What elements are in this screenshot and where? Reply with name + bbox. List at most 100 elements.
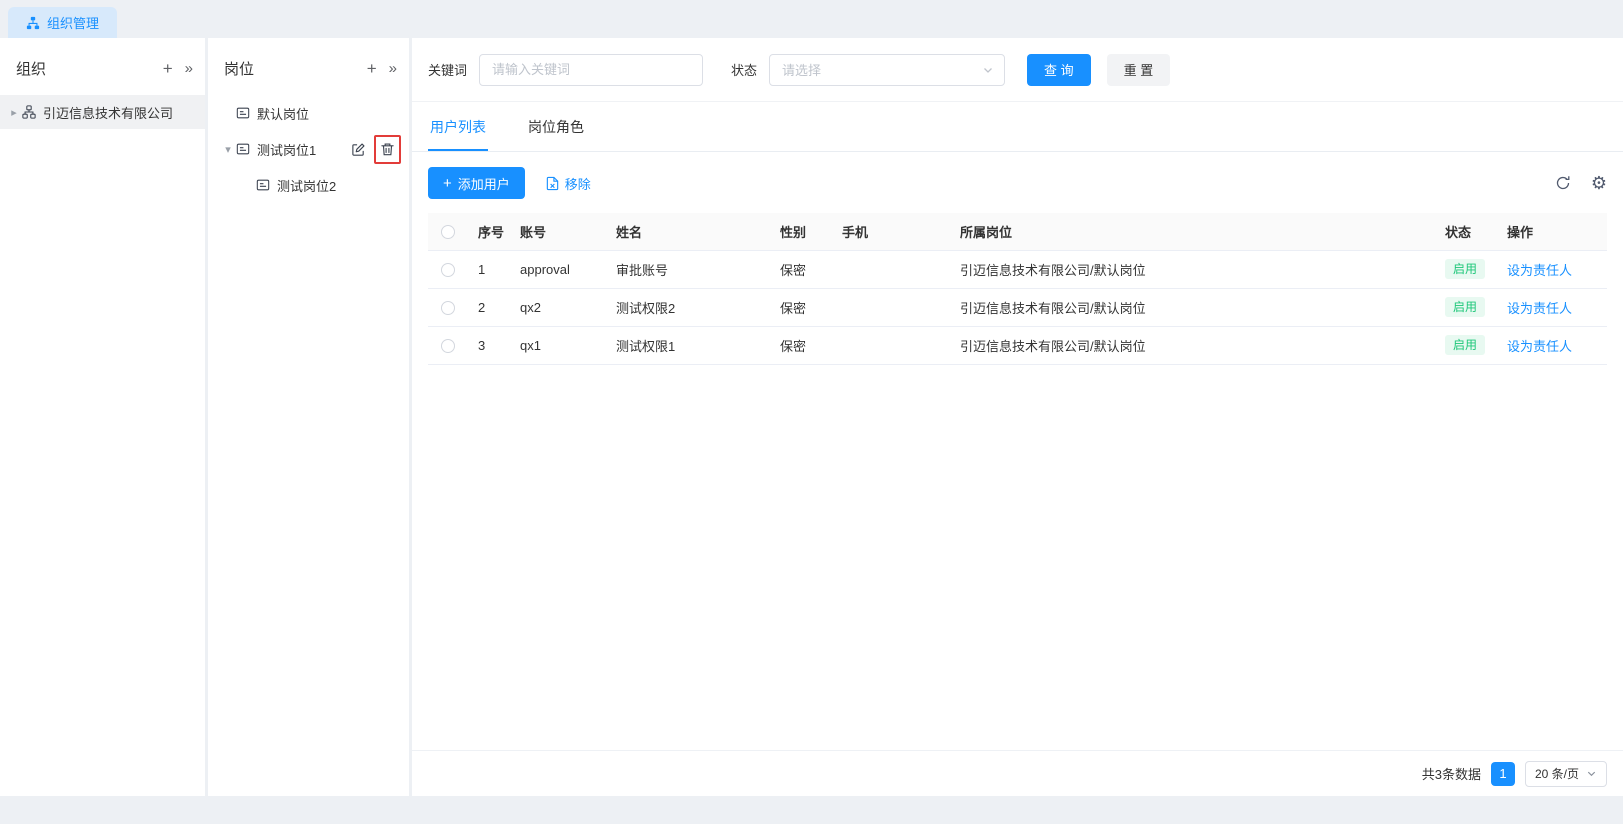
delete-icon[interactable]	[380, 142, 395, 157]
cell-index: 2	[468, 288, 510, 326]
table-row: 2 qx2 测试权限2 保密 引迈信息技术有限公司/默认岗位 启用 设为责任人	[428, 288, 1607, 326]
organization-panel: 组织 + » ▸ 引迈信息技术有限公司	[0, 38, 205, 796]
org-tree-item-company[interactable]: ▸ 引迈信息技术有限公司	[0, 95, 205, 129]
organization-panel-header: 组织 + »	[0, 38, 205, 95]
user-table: 序号 账号 姓名 性别 手机 所属岗位 状态 操作 1 approval 审批账…	[428, 213, 1607, 365]
status-badge: 启用	[1445, 297, 1485, 317]
cell-position: 引迈信息技术有限公司/默认岗位	[950, 326, 1435, 364]
main-panel: 关键词 状态 请选择 查 询 重 置 用户列表 岗位角色 + 添加用户	[412, 38, 1623, 796]
position-item-label: 测试岗位1	[257, 140, 316, 159]
cell-name: 测试权限1	[606, 326, 770, 364]
search-button[interactable]: 查 询	[1027, 54, 1091, 86]
settings-gear-icon[interactable]: ⚙	[1591, 174, 1607, 192]
refresh-icon[interactable]	[1555, 175, 1571, 191]
cell-account: qx2	[510, 288, 606, 326]
cell-index: 1	[468, 250, 510, 288]
position-panel-header: 岗位 + »	[208, 38, 409, 95]
add-position-button[interactable]: +	[367, 60, 377, 77]
status-badge: 启用	[1445, 335, 1485, 355]
header-index: 序号	[468, 213, 510, 250]
cell-phone	[832, 250, 950, 288]
select-all-checkbox[interactable]	[441, 225, 455, 239]
cell-name: 审批账号	[606, 250, 770, 288]
annotation-highlight-box	[374, 135, 401, 164]
row-checkbox[interactable]	[441, 263, 455, 277]
organization-panel-title: 组织	[16, 58, 151, 79]
position-panel: 岗位 + » 默认岗位 ▾ 测试岗位1	[208, 38, 409, 796]
status-select[interactable]: 请选择	[769, 54, 1005, 86]
cell-account: approval	[510, 250, 606, 288]
pagination-bar: 共3条数据 1 20 条/页	[412, 750, 1623, 796]
row-checkbox[interactable]	[441, 301, 455, 315]
table-row: 3 qx1 测试权限1 保密 引迈信息技术有限公司/默认岗位 启用 设为责任人	[428, 326, 1607, 364]
cell-gender: 保密	[770, 326, 832, 364]
header-action: 操作	[1497, 213, 1607, 250]
table-header-row: 序号 账号 姓名 性别 手机 所属岗位 状态 操作	[428, 213, 1607, 250]
cell-gender: 保密	[770, 250, 832, 288]
set-owner-link[interactable]: 设为责任人	[1507, 301, 1572, 316]
cell-account: qx1	[510, 326, 606, 364]
top-tab-bar: 组织管理	[0, 0, 1623, 38]
position-card-icon	[236, 142, 250, 156]
row-checkbox[interactable]	[441, 339, 455, 353]
status-badge: 启用	[1445, 259, 1485, 279]
add-user-label: 添加用户	[458, 174, 510, 193]
chevron-down-icon	[1586, 768, 1597, 779]
position-item-test2[interactable]: 测试岗位2	[208, 167, 409, 203]
tab-user-list[interactable]: 用户列表	[428, 102, 488, 151]
position-item-label: 测试岗位2	[277, 176, 336, 195]
position-item-actions	[351, 142, 401, 157]
header-phone: 手机	[832, 213, 950, 250]
company-icon	[22, 105, 36, 119]
collapse-position-panel-button[interactable]: »	[389, 61, 397, 76]
remove-label: 移除	[565, 174, 591, 193]
cell-name: 测试权限2	[606, 288, 770, 326]
tab-position-role[interactable]: 岗位角色	[526, 102, 586, 151]
cell-index: 3	[468, 326, 510, 364]
tab-org-management[interactable]: 组织管理	[8, 7, 117, 38]
set-owner-link[interactable]: 设为责任人	[1507, 263, 1572, 278]
position-item-default[interactable]: 默认岗位	[208, 95, 409, 131]
keyword-label: 关键词	[428, 60, 467, 79]
header-position: 所属岗位	[950, 213, 1435, 250]
table-toolbar: + 添加用户 移除 ⚙	[412, 152, 1623, 199]
header-name: 姓名	[606, 213, 770, 250]
org-chart-icon	[26, 16, 40, 30]
position-card-icon	[256, 178, 270, 192]
position-card-icon	[236, 106, 250, 120]
bottom-strip	[0, 796, 1623, 824]
cell-position: 引迈信息技术有限公司/默认岗位	[950, 288, 1435, 326]
position-item-test1[interactable]: ▾ 测试岗位1	[208, 131, 409, 167]
header-gender: 性别	[770, 213, 832, 250]
collapse-org-panel-button[interactable]: »	[185, 61, 193, 76]
table-row: 1 approval 审批账号 保密 引迈信息技术有限公司/默认岗位 启用 设为…	[428, 250, 1607, 288]
reset-button[interactable]: 重 置	[1107, 54, 1171, 86]
chevron-down-icon	[982, 64, 994, 76]
tab-label: 组织管理	[47, 13, 99, 32]
add-user-button[interactable]: + 添加用户	[428, 167, 525, 199]
cell-gender: 保密	[770, 288, 832, 326]
total-count-label: 共3条数据	[1422, 764, 1481, 783]
plus-icon: +	[443, 176, 452, 191]
page-number-button[interactable]: 1	[1491, 762, 1515, 786]
cell-phone	[832, 326, 950, 364]
keyword-input[interactable]	[479, 54, 703, 86]
filter-bar: 关键词 状态 请选择 查 询 重 置	[412, 38, 1623, 102]
remove-button[interactable]: 移除	[545, 174, 591, 193]
caret-down-icon: ▾	[220, 143, 236, 156]
status-label: 状态	[731, 60, 757, 79]
org-tree-item-label: 引迈信息技术有限公司	[43, 103, 173, 122]
status-select-placeholder: 请选择	[782, 60, 982, 79]
page-size-label: 20 条/页	[1535, 765, 1579, 782]
add-organization-button[interactable]: +	[163, 60, 173, 77]
header-account: 账号	[510, 213, 606, 250]
cell-phone	[832, 288, 950, 326]
edit-icon[interactable]	[351, 142, 366, 157]
remove-doc-icon	[545, 176, 560, 191]
header-status: 状态	[1435, 213, 1497, 250]
set-owner-link[interactable]: 设为责任人	[1507, 339, 1572, 354]
main-tabs: 用户列表 岗位角色	[412, 102, 1623, 152]
page-size-select[interactable]: 20 条/页	[1525, 761, 1607, 787]
caret-right-icon: ▸	[6, 106, 22, 119]
position-panel-title: 岗位	[224, 58, 355, 79]
